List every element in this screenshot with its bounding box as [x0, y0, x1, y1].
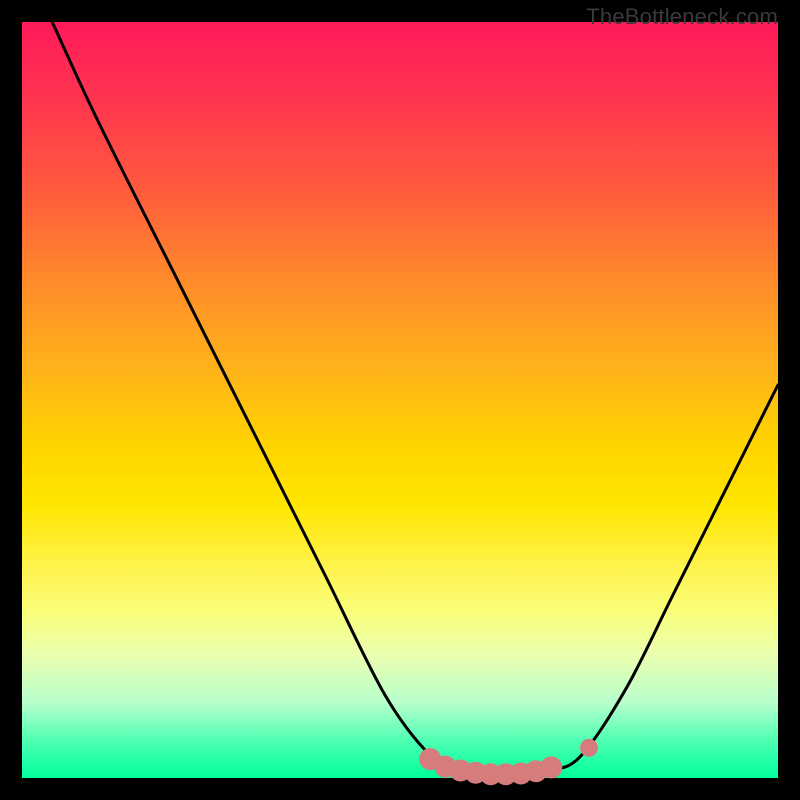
outer-frame: TheBottleneck.com	[0, 0, 800, 800]
bottleneck-curve	[52, 22, 778, 775]
optimum-marker-cluster	[419, 739, 598, 785]
optimum-marker	[540, 756, 562, 778]
chart-svg	[22, 22, 778, 778]
optimum-marker	[580, 739, 598, 757]
plot-area	[22, 22, 778, 778]
watermark-label: TheBottleneck.com	[586, 4, 778, 30]
